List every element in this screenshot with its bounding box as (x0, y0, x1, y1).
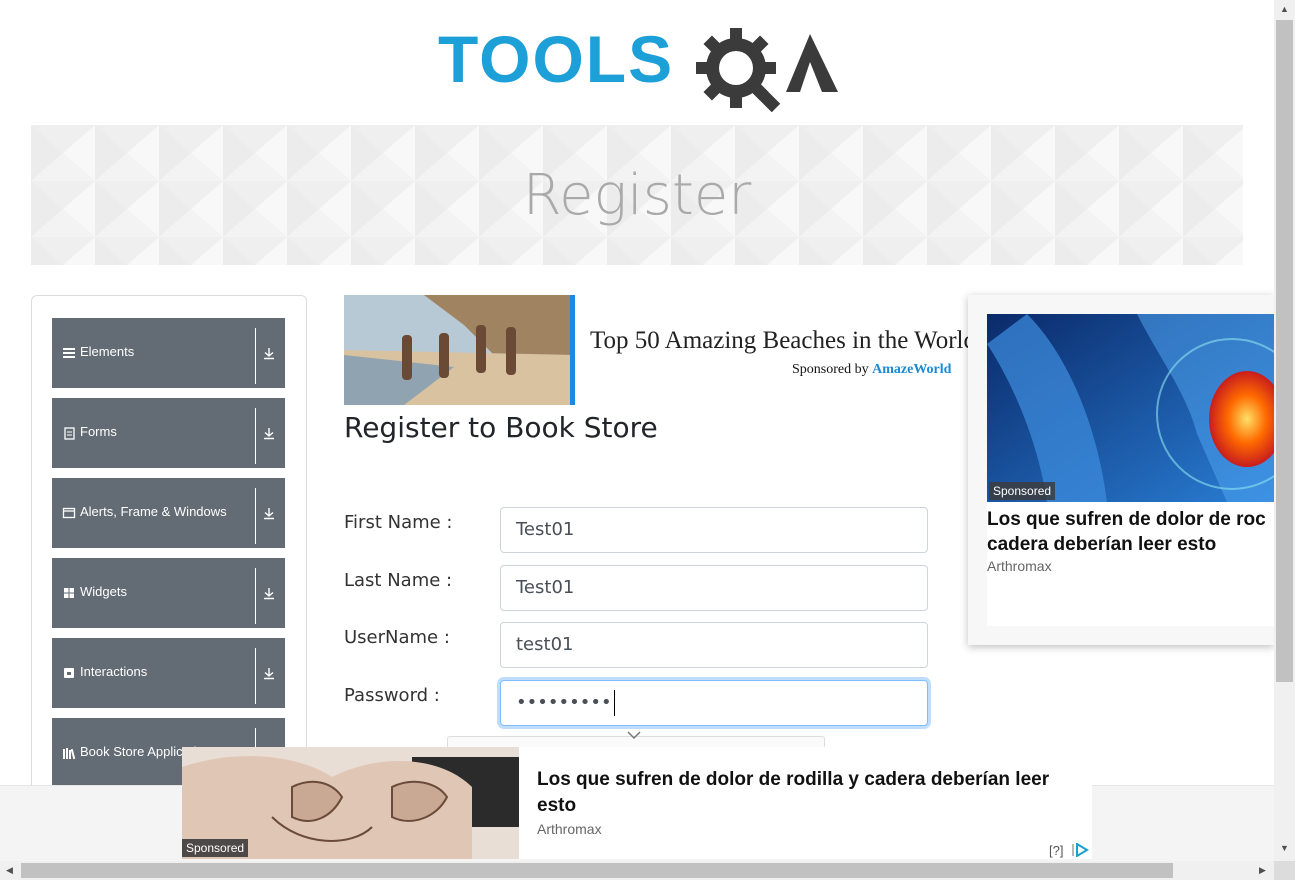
ad-sponsored-by-text: Sponsored by (792, 362, 869, 377)
adchoices-icon[interactable] (1071, 843, 1089, 857)
ad-beach-sponsor[interactable]: Sponsored by AmazeWorld (792, 362, 951, 378)
divider (255, 648, 256, 704)
page-banner: Register (31, 125, 1243, 265)
divider (255, 568, 256, 624)
username-label: UserName : (344, 627, 450, 648)
sidebar-group-label: Forms (80, 424, 117, 439)
sidebar-group-alerts[interactable]: Alerts, Frame & Windows (52, 478, 285, 548)
ad-right-title-line2: cadera deberían leer esto (987, 534, 1217, 555)
document-icon (64, 427, 75, 440)
divider (255, 328, 256, 384)
sidebar-group-label: Elements (80, 344, 135, 359)
sponsored-ad-bottom[interactable]: Sponsored Los que sufren de dolor de rod… (182, 747, 1092, 859)
sidebar-group-elements[interactable]: Elements (52, 318, 285, 388)
username-input[interactable]: test01 (500, 622, 928, 668)
sidebar-group-label: Alerts, Frame & Windows (80, 504, 227, 519)
ad-right-title[interactable]: Los que sufren de dolor de roc cadera de… (987, 507, 1274, 557)
horizontal-scroll-thumb[interactable] (21, 863, 1173, 878)
password-input[interactable]: ••••••••• (500, 680, 928, 726)
ad-right-card[interactable]: Sponsored Los que sufren de dolor de roc… (987, 314, 1274, 626)
ad-right-image[interactable]: Sponsored (987, 314, 1274, 502)
divider (255, 408, 256, 464)
window-icon (62, 507, 76, 519)
vertical-scrollbar[interactable]: ▲ ▼ (1274, 0, 1295, 861)
download-arrow-icon[interactable] (262, 506, 276, 520)
last-name-input[interactable]: Test01 (500, 565, 928, 611)
page-title: Register (522, 163, 752, 228)
toolsqa-logo[interactable]: TOOLS (438, 20, 840, 113)
scrollbar-corner (1274, 861, 1295, 880)
ad-bottom-image[interactable]: Sponsored (182, 747, 519, 859)
first-name-label: First Name : (344, 512, 453, 533)
sponsored-badge: Sponsored (182, 839, 249, 857)
sponsored-ad-beaches[interactable]: Top 50 Amazing Beaches in the Worlc Spon… (344, 295, 975, 405)
ad-info-link[interactable]: [?] (1049, 843, 1063, 858)
books-icon (63, 748, 76, 760)
sponsored-ad-right[interactable]: Sponsored Los que sufren de dolor de roc… (968, 295, 1274, 645)
sidebar-group-interactions[interactable]: Interactions (52, 638, 285, 708)
last-name-label: Last Name : (344, 570, 453, 591)
gear-icon (696, 28, 781, 113)
ad-right-brand[interactable]: Arthromax (987, 558, 1052, 574)
toolsqa-logo-graphic: TOOLS (438, 22, 838, 113)
menu-lines-icon (63, 348, 75, 358)
download-arrow-icon[interactable] (262, 346, 276, 360)
download-arrow-icon[interactable] (262, 586, 276, 600)
sidebar-group-forms[interactable]: Forms (52, 398, 285, 468)
ad-bottom-brand[interactable]: Arthromax (537, 821, 602, 837)
grid-icon (64, 588, 74, 598)
box-icon (64, 668, 74, 678)
sponsored-badge: Sponsored (989, 482, 1056, 500)
scroll-down-arrow-icon[interactable]: ▼ (1280, 843, 1289, 853)
scroll-up-arrow-icon[interactable]: ▲ (1280, 4, 1289, 14)
download-arrow-icon[interactable] (262, 666, 276, 680)
beach-photo (344, 295, 575, 405)
scroll-right-arrow-icon[interactable]: ▶ (1259, 865, 1266, 876)
scroll-left-arrow-icon[interactable]: ◀ (6, 865, 13, 876)
ad-sponsor-name[interactable]: AmazeWorld (872, 362, 951, 377)
form-heading: Register to Book Store (344, 411, 658, 444)
logo-tools-text: TOOLS (438, 22, 674, 96)
horizontal-scrollbar[interactable]: ◀ ▶ (0, 861, 1274, 880)
first-name-input[interactable]: Test01 (500, 507, 928, 553)
sidebar: Elements Forms Alerts, Frame & Windows W… (31, 295, 307, 817)
sidebar-group-label: Interactions (80, 664, 148, 679)
ad-beach-title[interactable]: Top 50 Amazing Beaches in the Worlc (590, 327, 975, 355)
chevron-down-icon[interactable] (627, 730, 641, 740)
knee-xray-image (987, 314, 1274, 502)
logo-a-shape (786, 34, 838, 92)
vertical-scroll-thumb[interactable] (1276, 20, 1293, 682)
password-masked-value: ••••••••• (516, 692, 612, 713)
sidebar-group-widgets[interactable]: Widgets (52, 558, 285, 628)
password-label: Password : (344, 685, 440, 706)
sidebar-group-label: Widgets (80, 584, 127, 599)
download-arrow-icon[interactable] (262, 426, 276, 440)
ad-beach-image[interactable] (344, 295, 575, 405)
text-caret (613, 690, 615, 716)
sidebar-group-label: Book Store Applicati (80, 744, 197, 759)
ad-right-title-line1: Los que sufren de dolor de roc (987, 509, 1266, 530)
divider (255, 488, 256, 544)
ad-bottom-title[interactable]: Los que sufren de dolor de rodilla y cad… (537, 767, 1087, 819)
